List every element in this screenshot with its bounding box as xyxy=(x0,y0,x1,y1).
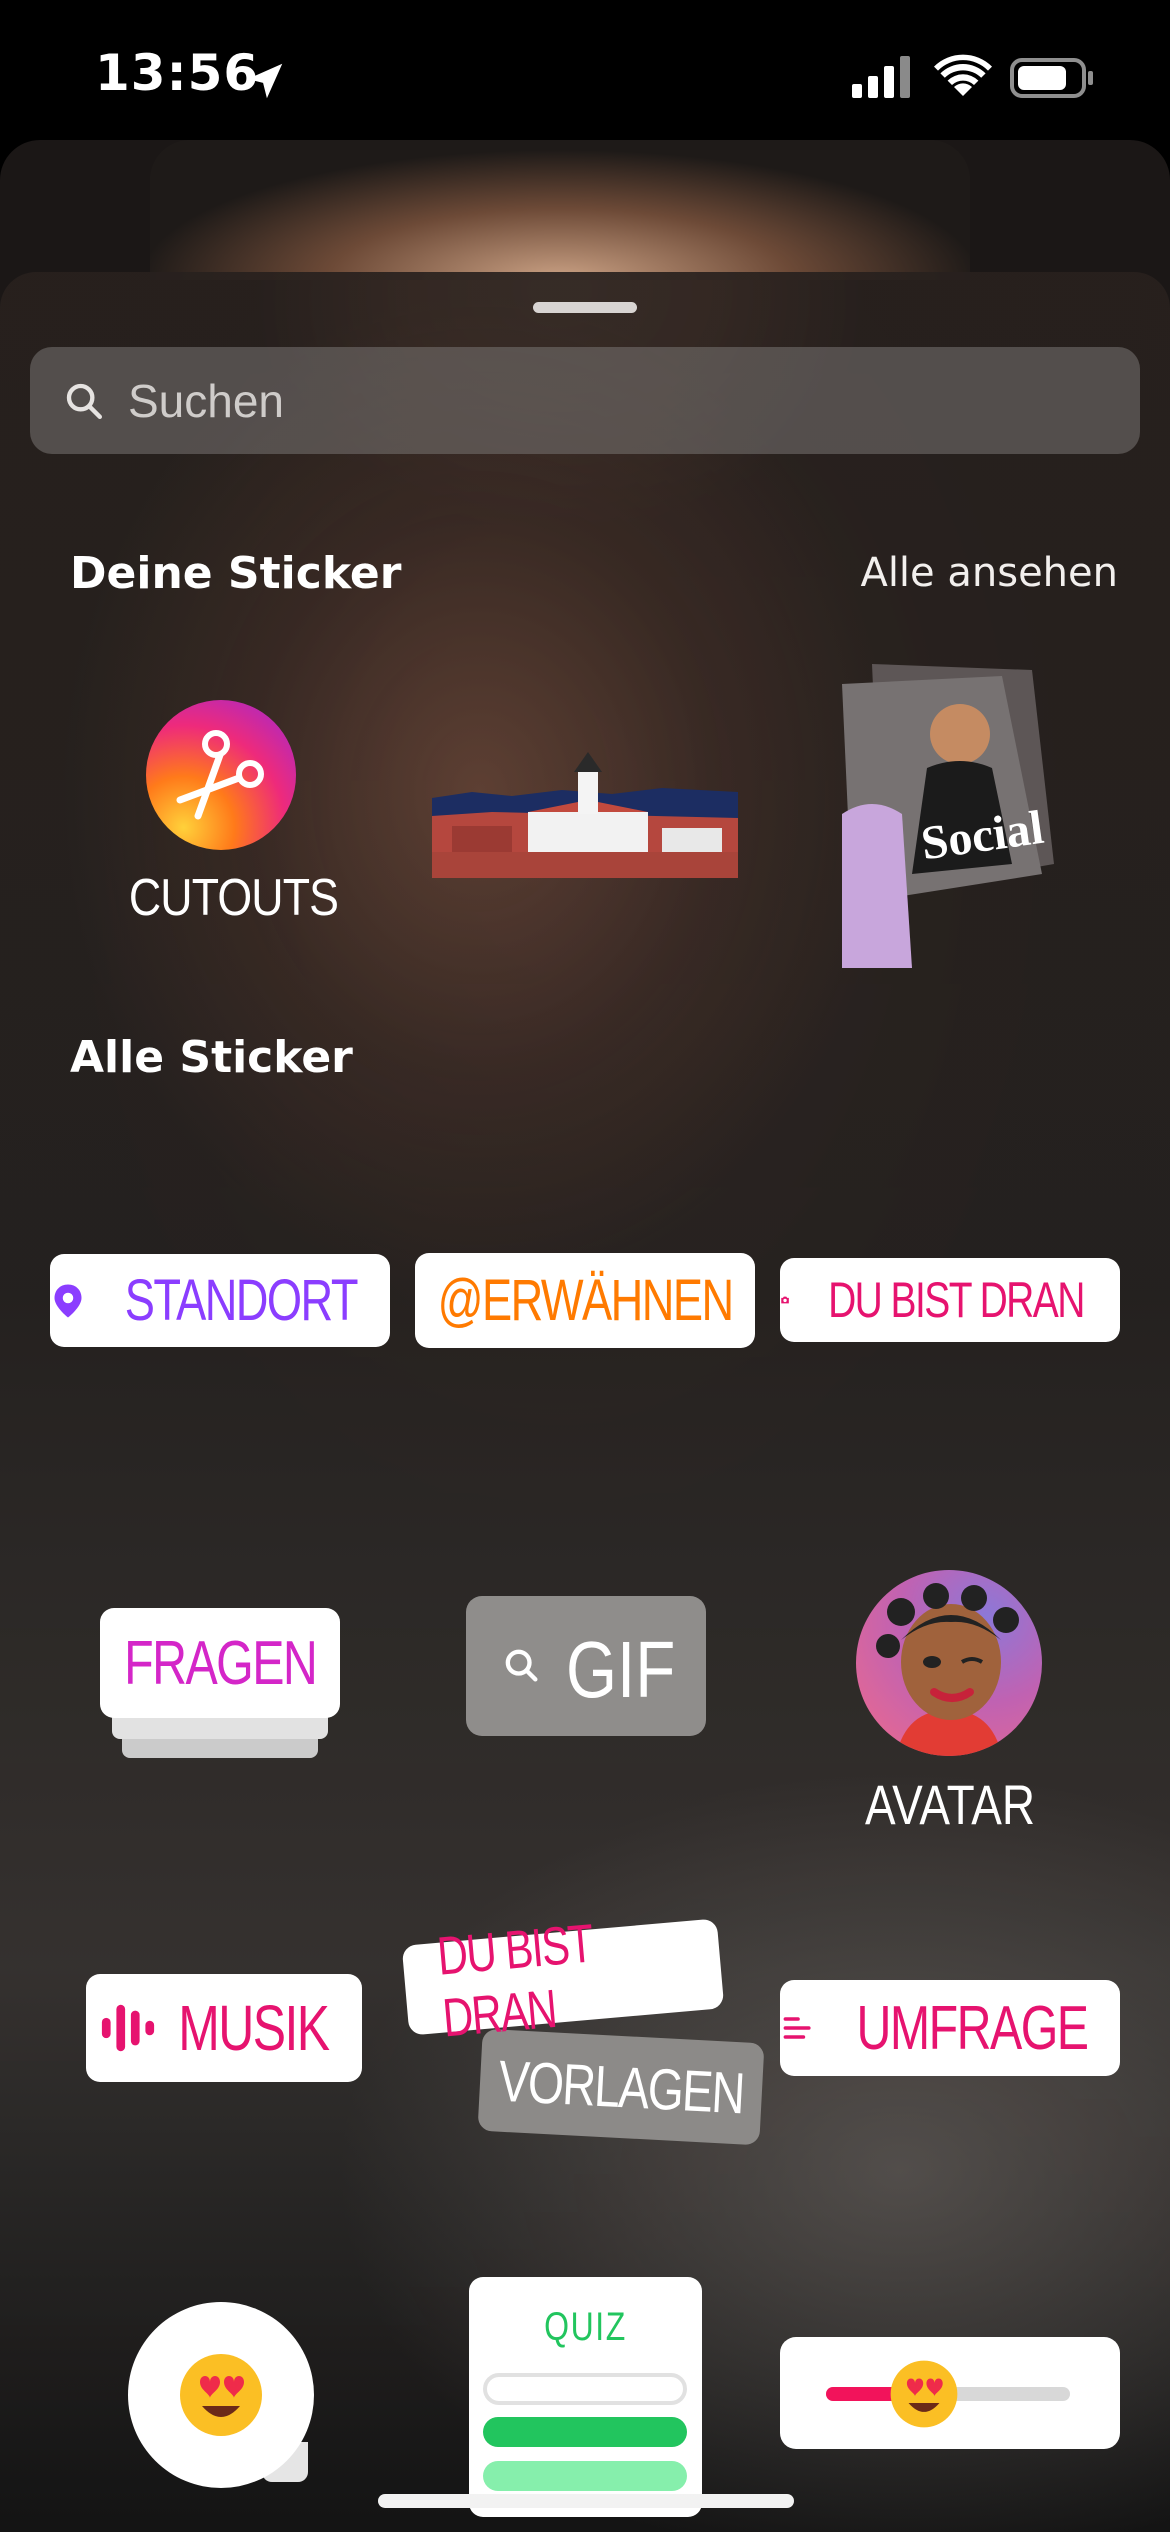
templates-label: VORLAGEN xyxy=(496,2048,746,2126)
home-indicator[interactable] xyxy=(378,2494,794,2508)
avatar-label: AVATAR xyxy=(864,1773,1036,1836)
your-turn-sticker[interactable]: DU BIST DRAN xyxy=(780,1258,1120,1342)
location-label: STANDORT xyxy=(124,1268,359,1333)
signal-icon xyxy=(852,56,910,98)
cutouts-badge xyxy=(146,700,296,850)
mention-sticker[interactable]: @ERWÄHNEN xyxy=(415,1253,755,1348)
poll-sticker[interactable]: UMFRAGE xyxy=(780,1980,1120,2076)
see-all-link[interactable]: Alle ansehen xyxy=(860,550,1118,596)
cutouts-label: CUTOUTS xyxy=(128,869,339,927)
poll-lines-icon xyxy=(783,2017,811,2039)
sheet-grabber[interactable] xyxy=(533,302,637,313)
camera-icon xyxy=(781,1296,789,1304)
templates-top-label: DU BIST DRAN xyxy=(434,1913,595,2049)
questions-card: FRAGEN xyxy=(100,1608,340,1718)
gif-label: GIF xyxy=(566,1625,676,1714)
templates-sticker-back[interactable]: VORLAGEN xyxy=(477,2028,765,2146)
heart-eyes-emoji-icon xyxy=(180,2354,262,2436)
search-icon xyxy=(505,1649,538,1682)
search-input[interactable] xyxy=(126,367,1110,435)
status-time: 13:56 xyxy=(95,44,260,102)
emoji-slider-sticker[interactable] xyxy=(780,2337,1120,2449)
magazine-cutout-sticker[interactable]: Social xyxy=(842,664,1058,968)
avatar-sticker[interactable] xyxy=(856,1570,1042,1756)
quiz-option-1 xyxy=(483,2373,687,2405)
location-arrow-icon xyxy=(247,63,283,99)
heart-eyes-emoji-icon[interactable] xyxy=(889,2359,959,2429)
scissors-icon xyxy=(176,730,264,820)
search-bar[interactable] xyxy=(30,347,1140,454)
quiz-sticker[interactable]: QUIZ xyxy=(469,2277,702,2517)
mention-label: @ERWÄHNEN xyxy=(437,1268,735,1333)
pin-icon xyxy=(54,1284,82,1317)
emoji-reaction-sticker[interactable] xyxy=(128,2302,314,2488)
poll-label: UMFRAGE xyxy=(856,1993,1089,2063)
music-sticker[interactable]: MUSIK xyxy=(86,1974,362,2082)
section-title-all-stickers: Alle Sticker xyxy=(70,1032,353,1083)
wifi-icon xyxy=(934,54,992,96)
church-cutout-sticker[interactable] xyxy=(432,752,738,878)
music-label: MUSIK xyxy=(177,1992,330,2064)
quiz-option-2 xyxy=(483,2417,687,2447)
section-title-your-stickers: Deine Sticker xyxy=(70,548,402,599)
search-icon xyxy=(66,383,103,419)
sticker-sheet xyxy=(0,272,1170,2532)
questions-label: FRAGEN xyxy=(123,1628,318,1698)
status-bar: 13:56 xyxy=(0,0,1170,150)
music-bars-icon xyxy=(101,2004,154,2052)
your-turn-label: DU BIST DRAN xyxy=(828,1272,1085,1328)
battery-icon xyxy=(1010,58,1093,98)
quiz-title: QUIZ xyxy=(544,2305,627,2349)
templates-sticker-front[interactable]: DU BIST DRAN xyxy=(401,1914,725,2049)
quiz-option-3 xyxy=(483,2461,687,2491)
avatar-image xyxy=(876,1583,1019,1756)
questions-sticker[interactable]: FRAGEN xyxy=(100,1608,340,1758)
cutouts-sticker[interactable]: CUTOUTS xyxy=(120,700,339,940)
location-sticker[interactable]: STANDORT xyxy=(50,1254,390,1347)
gif-sticker[interactable]: GIF xyxy=(466,1596,706,1736)
camera-background-top xyxy=(150,140,970,280)
